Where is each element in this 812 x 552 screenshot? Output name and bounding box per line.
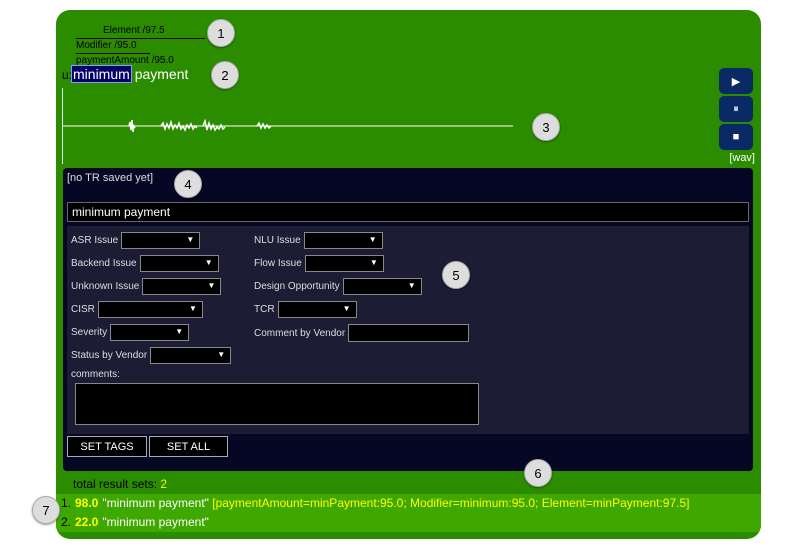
field-status-by-vendor: Status by Vendor ▼ [71, 347, 232, 364]
comments-textarea[interactable] [75, 383, 479, 425]
field-cisr: CISR ▼ [71, 301, 203, 318]
status-by-vendor-select[interactable]: ▼ [150, 347, 232, 364]
tcr-select[interactable]: ▼ [277, 301, 357, 318]
field-tcr: TCR ▼ [254, 301, 357, 318]
main-panel: Element /97.5 Modifier /95.0 paymentAmou… [56, 10, 761, 539]
results-total: 2 [160, 477, 168, 491]
play-icon: ▶ [731, 75, 741, 88]
result-text: "minimum payment" [102, 496, 209, 510]
chevron-down-icon: ▼ [342, 304, 351, 313]
annotation-badge-5: 5 [442, 261, 470, 289]
result-score: 98.0 [75, 496, 99, 510]
results-count: total result sets: 2 [73, 477, 168, 491]
result-row[interactable]: 2. 22.0 "minimum payment" [56, 513, 761, 532]
chevron-down-icon: ▼ [175, 327, 184, 336]
field-design-opportunity: Design Opportunity ▼ [254, 278, 422, 295]
transcription-panel: [no TR saved yet] minimum payment ASR Is… [63, 168, 753, 471]
set-tags-button[interactable]: SET TAGS [67, 436, 147, 457]
pause-button[interactable]: ⏸ [719, 96, 753, 122]
annotation-badge-1: 1 [207, 19, 235, 47]
tree-modifier: Modifier /95.0 [76, 39, 150, 54]
field-asr-issue: ASR Issue ▼ [71, 232, 201, 249]
comment-by-vendor-input[interactable] [348, 324, 470, 342]
wav-link[interactable]: [wav] [729, 152, 755, 164]
utterance-prefix: u: [62, 68, 73, 82]
severity-select[interactable]: ▼ [110, 324, 190, 341]
field-flow-issue: Flow Issue ▼ [254, 255, 384, 272]
field-nlu-issue: NLU Issue ▼ [254, 232, 383, 249]
result-tags: [paymentAmount=minPayment:95.0; Modifier… [212, 496, 690, 510]
stop-icon: ■ [732, 131, 740, 143]
annotation-badge-6: 6 [524, 459, 552, 487]
result-row[interactable]: 1. 98.0 "minimum payment" [paymentAmount=m… [56, 494, 761, 513]
play-button[interactable]: ▶ [719, 68, 753, 94]
waveform[interactable] [62, 88, 523, 164]
cisr-select[interactable]: ▼ [97, 301, 203, 318]
tr-status: [no TR saved yet] [67, 172, 154, 184]
unknown-issue-select[interactable]: ▼ [142, 278, 222, 295]
playback-controls: ▶ ⏸ ■ [719, 68, 753, 152]
tree-element: Element /97.5 [76, 24, 205, 39]
field-comment-by-vendor: Comment by Vendor [254, 324, 470, 342]
tag-form: ASR Issue ▼ Backend Issue ▼ Unknown Issu… [67, 226, 749, 434]
stop-button[interactable]: ■ [719, 124, 753, 150]
field-unknown-issue: Unknown Issue ▼ [71, 278, 222, 295]
chevron-down-icon: ▼ [368, 235, 377, 244]
chevron-down-icon: ▼ [204, 258, 213, 267]
transcription-input[interactable]: minimum payment [67, 202, 749, 222]
annotation-badge-2: 2 [211, 61, 239, 89]
asr-issue-select[interactable]: ▼ [121, 232, 201, 249]
utterance: u:minimum payment [62, 65, 189, 83]
nlu-issue-select[interactable]: ▼ [303, 232, 383, 249]
comments-label: comments: [71, 369, 120, 380]
annotation-badge-3: 3 [532, 113, 560, 141]
design-opportunity-select[interactable]: ▼ [342, 278, 422, 295]
result-text: "minimum payment" [102, 515, 209, 529]
parse-tree: Element /97.5 Modifier /95.0 paymentAmou… [76, 24, 205, 68]
set-all-button[interactable]: SET ALL [149, 436, 228, 457]
chevron-down-icon: ▼ [407, 281, 416, 290]
annotation-badge-4: 4 [174, 170, 202, 198]
chevron-down-icon: ▼ [207, 281, 216, 290]
utterance-rest: payment [134, 66, 189, 82]
backend-issue-select[interactable]: ▼ [139, 255, 219, 272]
result-score: 22.0 [75, 515, 99, 529]
utterance-highlight[interactable]: minimum [71, 65, 132, 83]
chevron-down-icon: ▼ [188, 304, 197, 313]
pause-icon: ⏸ [733, 102, 739, 115]
annotation-badge-7: 7 [32, 496, 60, 524]
chevron-down-icon: ▼ [217, 350, 226, 359]
chevron-down-icon: ▼ [186, 235, 195, 244]
field-backend-issue: Backend Issue ▼ [71, 255, 219, 272]
chevron-down-icon: ▼ [369, 258, 378, 267]
flow-issue-select[interactable]: ▼ [304, 255, 384, 272]
field-severity: Severity ▼ [71, 324, 190, 341]
